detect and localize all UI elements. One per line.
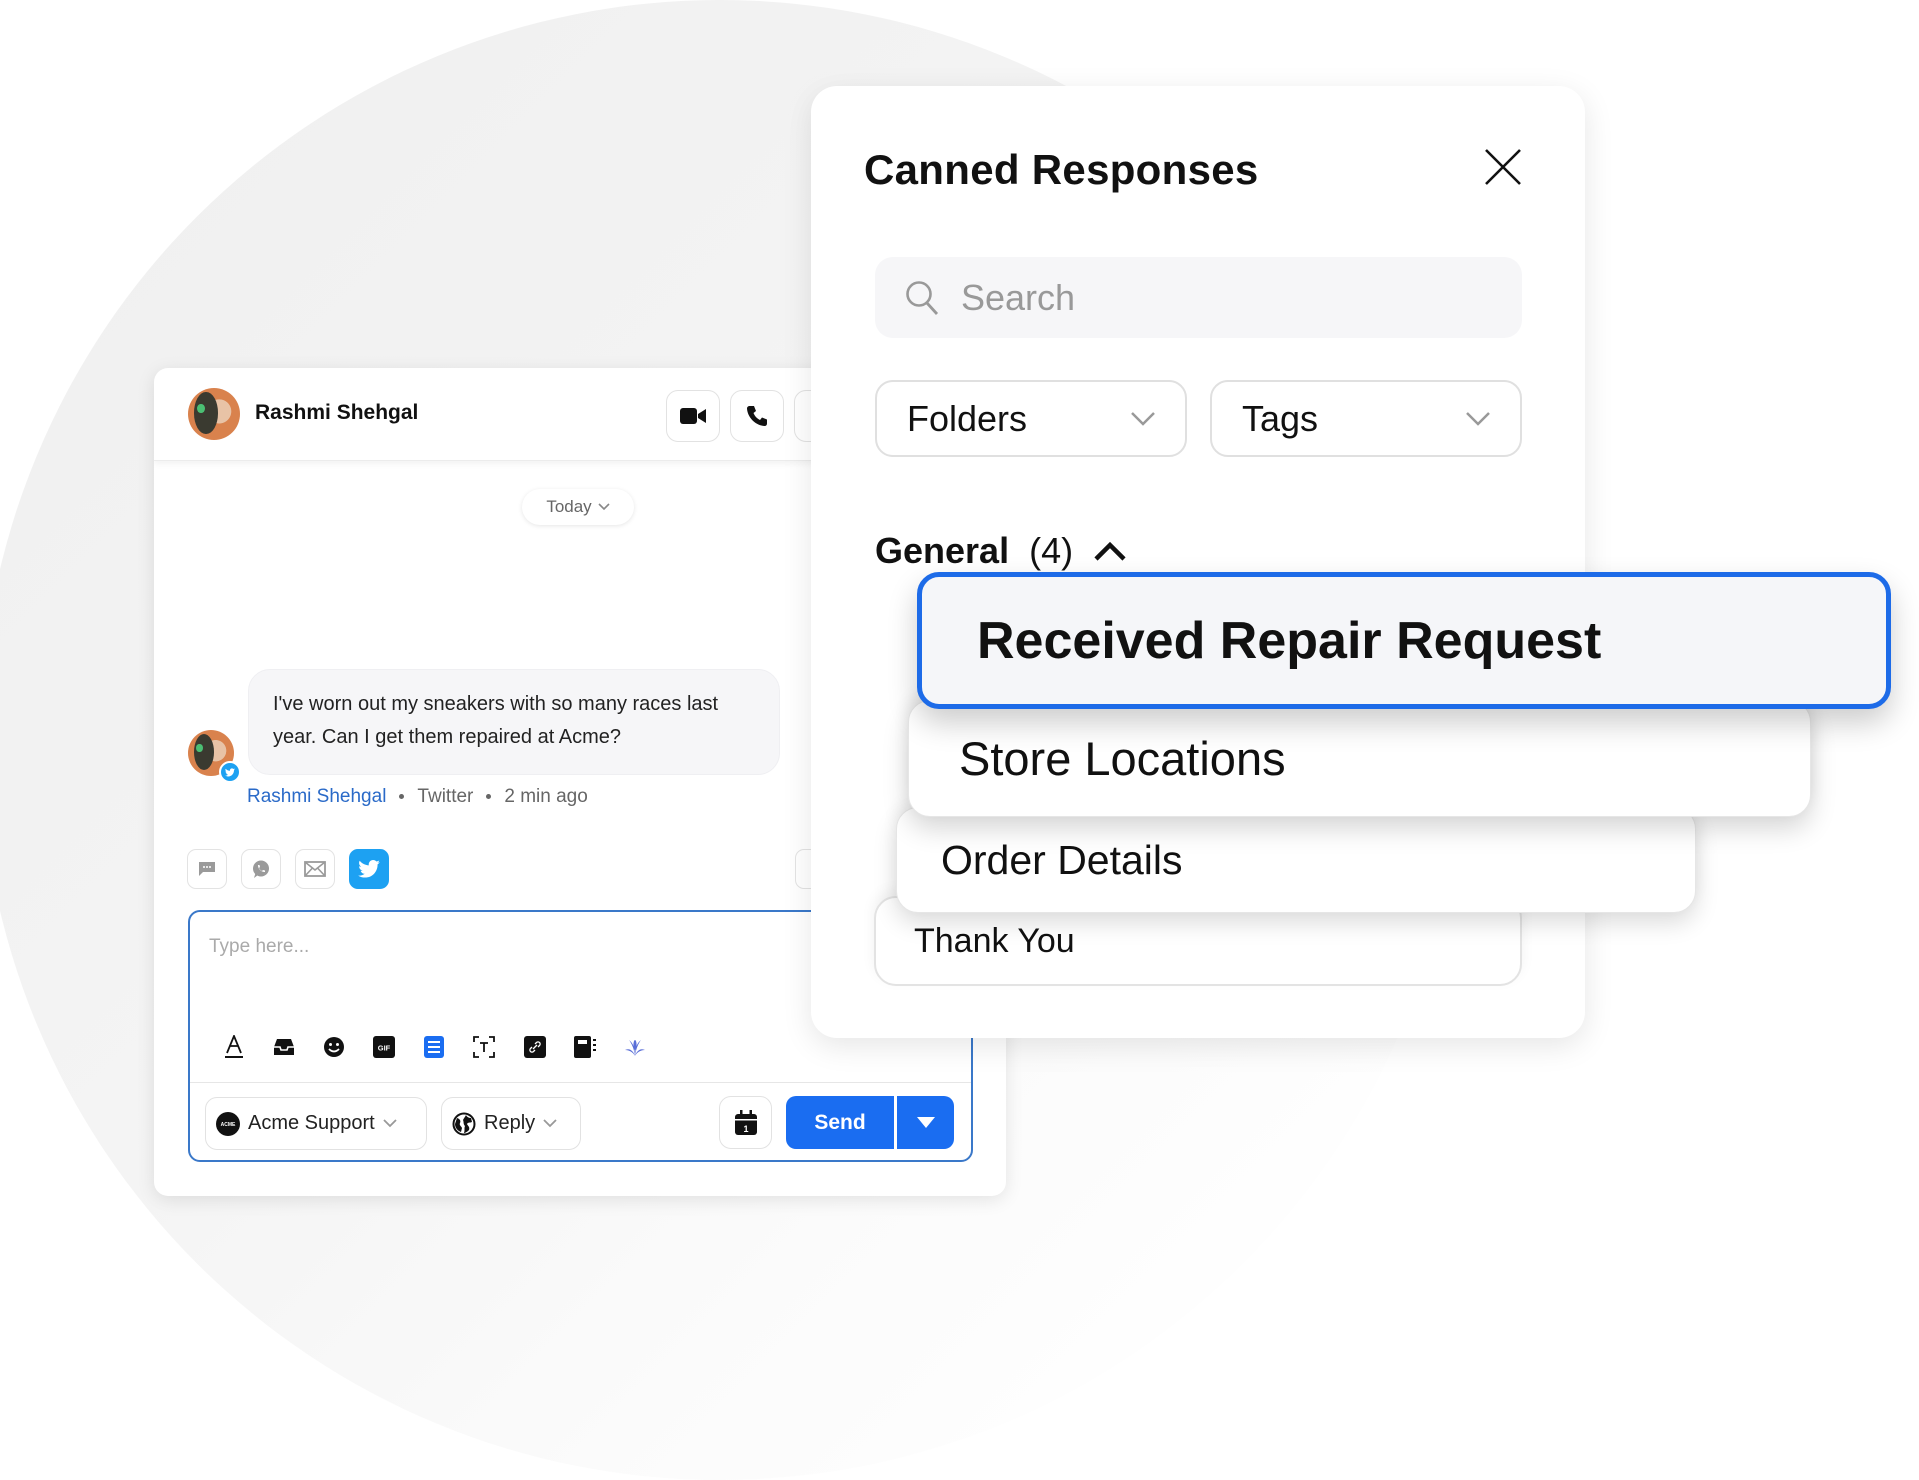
knowledge-base-icon	[574, 1036, 596, 1058]
message-channel: Twitter	[417, 786, 474, 807]
message-author-link[interactable]: Rashmi Shehgal	[247, 786, 386, 807]
link-icon	[524, 1036, 546, 1058]
envelope-icon	[304, 861, 326, 877]
gif-icon: GIF	[373, 1036, 395, 1058]
globe-icon	[452, 1112, 476, 1135]
response-item-order-details[interactable]: Order Details	[896, 807, 1696, 913]
twitter-badge-icon	[219, 761, 241, 783]
twitter-icon	[358, 860, 380, 878]
svg-text:ACME: ACME	[221, 1122, 236, 1128]
message-meta: Rashmi Shehgal Twitter 2 min ago	[247, 786, 588, 808]
group-name: General	[875, 530, 1010, 571]
video-camera-icon	[680, 408, 706, 424]
whatsapp-icon	[253, 860, 269, 878]
response-item-store-locations[interactable]: Store Locations	[908, 700, 1811, 817]
from-account-dropdown[interactable]: ACME Acme Support	[205, 1097, 427, 1150]
search-field[interactable]	[875, 257, 1522, 338]
chevron-down-icon	[543, 1119, 557, 1128]
chevron-down-icon	[1131, 411, 1155, 426]
channel-whatsapp-button[interactable]	[241, 849, 281, 889]
message-avatar	[188, 730, 241, 783]
tags-dropdown[interactable]: Tags	[1210, 380, 1522, 457]
gif-button[interactable]: GIF	[371, 1034, 397, 1060]
inbox-button[interactable]	[271, 1034, 297, 1060]
date-divider-label: Today	[546, 497, 592, 516]
panel-title: Canned Responses	[864, 146, 1259, 193]
chevron-up-icon	[1094, 541, 1126, 561]
chat-bubble-icon	[199, 862, 215, 876]
close-icon[interactable]	[1484, 148, 1522, 186]
chevron-down-icon	[383, 1119, 397, 1128]
composer-divider	[190, 1082, 971, 1083]
channel-email-button[interactable]	[295, 849, 335, 889]
canned-response-button[interactable]	[421, 1034, 447, 1060]
text-format-button[interactable]	[221, 1034, 247, 1060]
svg-text:1: 1	[743, 1124, 748, 1134]
search-icon	[906, 280, 939, 315]
svg-text:GIF: GIF	[378, 1044, 391, 1053]
from-account-label: Acme Support	[248, 1112, 375, 1134]
ai-assist-button[interactable]	[622, 1034, 648, 1060]
response-item-received-repair-request[interactable]: Received Repair Request	[917, 572, 1891, 709]
chevron-down-icon	[598, 503, 610, 511]
video-call-button[interactable]	[666, 390, 720, 442]
reply-mode-label: Reply	[484, 1112, 536, 1134]
message-time: 2 min ago	[504, 786, 588, 807]
emoji-icon	[324, 1037, 344, 1057]
link-button[interactable]	[522, 1034, 548, 1060]
text-recognition-button[interactable]	[471, 1034, 497, 1060]
message-bubble: I've worn out my sneakers with so many r…	[248, 669, 780, 775]
schedule-button[interactable]: 1	[719, 1096, 772, 1149]
channel-twitter-button[interactable]	[349, 849, 389, 889]
group-count: (4)	[1029, 530, 1074, 571]
emoji-button[interactable]	[321, 1034, 347, 1060]
send-options-button[interactable]	[895, 1096, 954, 1149]
reply-mode-dropdown[interactable]: Reply	[441, 1097, 581, 1150]
contact-avatar[interactable]	[188, 388, 240, 440]
phone-icon	[747, 406, 767, 426]
acme-logo-icon: ACME	[216, 1111, 240, 1136]
folders-dropdown[interactable]: Folders	[875, 380, 1187, 457]
send-button[interactable]: Send	[786, 1096, 894, 1149]
group-header-general[interactable]: General (4)	[875, 530, 1127, 572]
chevron-down-icon	[1466, 411, 1490, 426]
calendar-icon: 1	[734, 1109, 757, 1135]
inbox-icon	[274, 1039, 294, 1055]
folders-label: Folders	[907, 397, 1028, 439]
caret-down-icon	[916, 1117, 935, 1128]
tags-label: Tags	[1242, 397, 1319, 439]
contact-name: Rashmi Shehgal	[255, 401, 419, 424]
message-input[interactable]: Type here...	[209, 936, 309, 958]
search-input[interactable]	[959, 275, 1483, 320]
knowledge-base-button[interactable]	[572, 1034, 598, 1060]
canned-response-icon	[424, 1036, 444, 1058]
text-recognition-icon	[473, 1036, 495, 1058]
phone-call-button[interactable]	[730, 390, 784, 442]
channel-chat-button[interactable]	[187, 849, 227, 889]
ai-assist-icon	[625, 1040, 645, 1056]
text-format-icon	[225, 1035, 243, 1058]
date-divider[interactable]: Today	[522, 489, 634, 525]
